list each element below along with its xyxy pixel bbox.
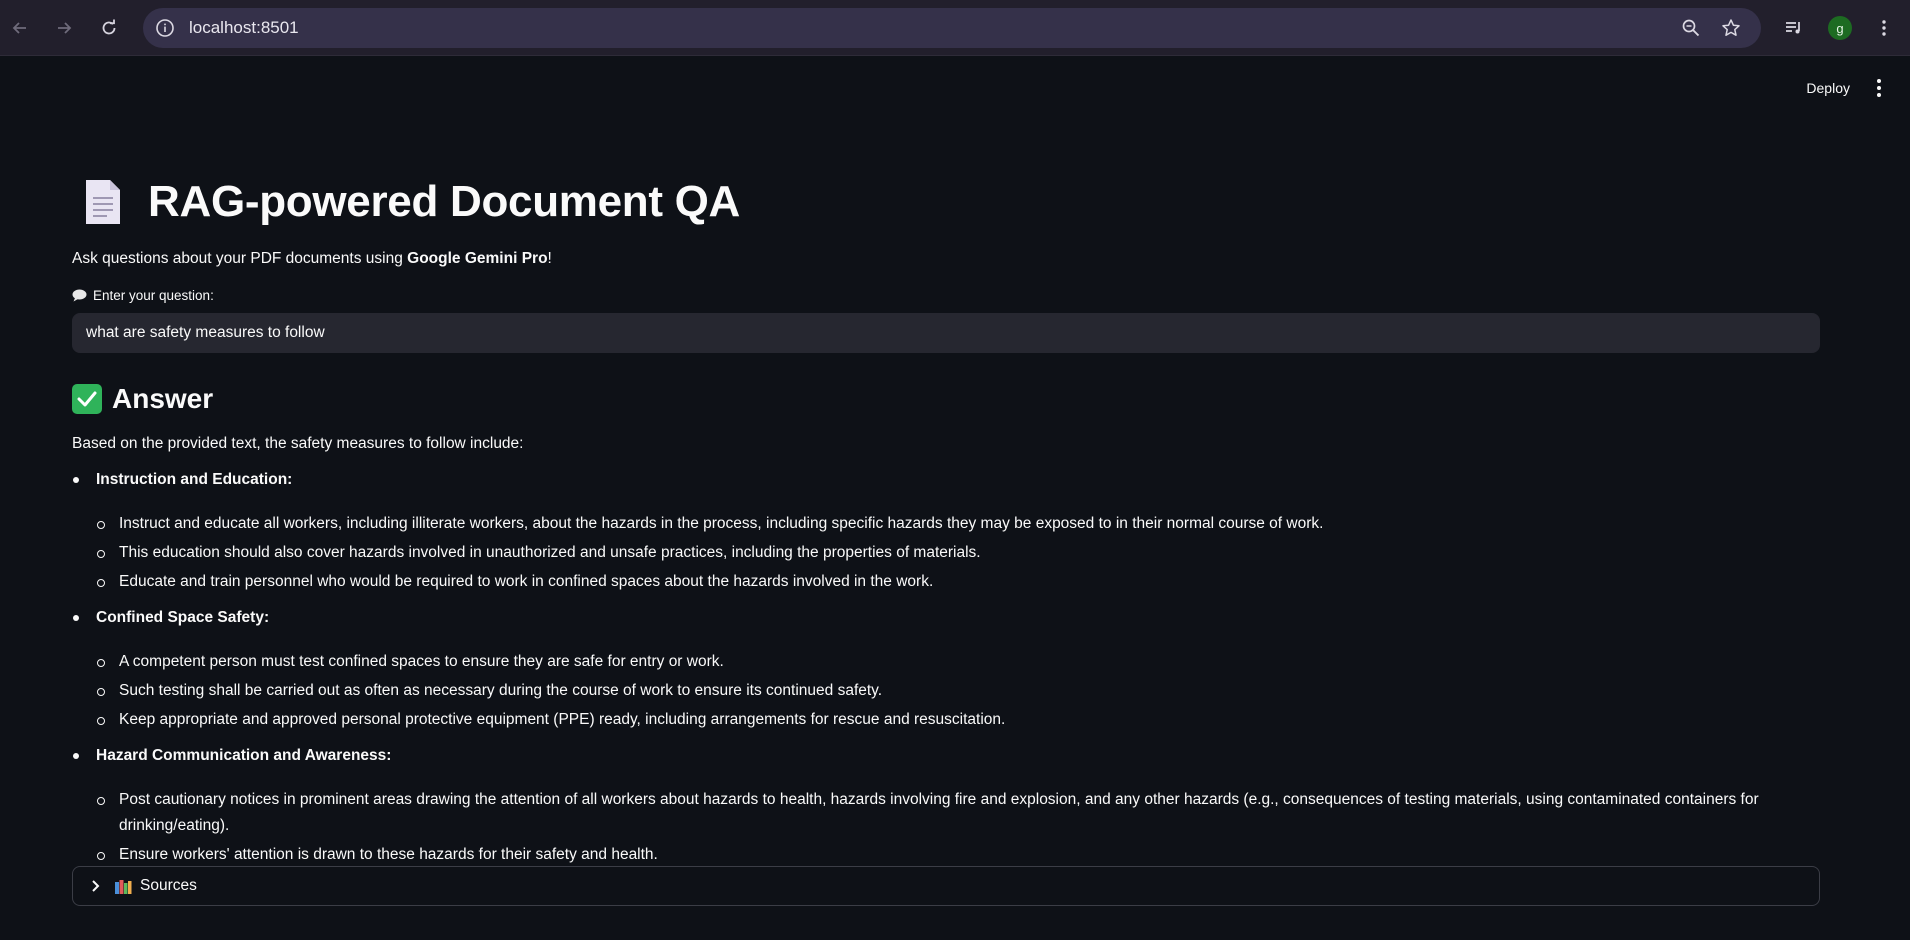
zoom-icon[interactable]: [1679, 16, 1703, 40]
page-header: RAG-powered Document QA: [72, 166, 1820, 238]
sources-label: Sources: [140, 877, 197, 894]
arrow-back-icon: [12, 22, 26, 34]
browser-toolbar: localhost:8501 g: [0, 0, 1910, 56]
section-title: Hazard Communication and Awareness:: [96, 747, 392, 764]
arrow-forward-icon: [58, 22, 72, 34]
url-text[interactable]: localhost:8501: [189, 8, 299, 48]
books-icon: [115, 879, 132, 894]
answer-section: Instruction and Education: Instruct and …: [72, 469, 1820, 595]
question-label: Enter your question:: [72, 288, 1820, 303]
reload-icon: [102, 19, 116, 35]
section-title: Instruction and Education:: [96, 471, 293, 488]
list-item: Post cautionary notices in prominent are…: [96, 787, 1796, 839]
browser-menu-button[interactable]: [1868, 12, 1900, 44]
media-queue-icon: [1786, 22, 1800, 34]
media-queue-button[interactable]: [1778, 12, 1810, 44]
answer-section: Confined Space Safety: A competent perso…: [72, 607, 1820, 733]
star-icon[interactable]: [1719, 16, 1743, 40]
page-subtitle: Ask questions about your PDF documents u…: [72, 250, 552, 267]
avatar: g: [1828, 16, 1852, 40]
check-mark-icon: [72, 384, 102, 414]
answer-heading: Answer: [112, 383, 214, 414]
document-icon: [86, 180, 120, 224]
forward-button[interactable]: [48, 12, 80, 44]
back-button[interactable]: [4, 12, 36, 44]
main-content: RAG-powered Document QA Ask questions ab…: [72, 166, 1820, 880]
chevron-right-icon: [89, 879, 103, 893]
answer-intro: Based on the provided text, the safety m…: [72, 435, 524, 452]
reload-button[interactable]: [93, 12, 125, 44]
page-title: RAG-powered Document QA: [148, 177, 741, 226]
list-item: Ensure workers' attention is drawn to th…: [96, 842, 1796, 868]
profile-button[interactable]: g: [1824, 12, 1856, 44]
list-item: Educate and train personnel who would be…: [96, 569, 1796, 595]
answer-header: Answer: [72, 381, 1820, 417]
deploy-button[interactable]: Deploy: [1796, 74, 1860, 102]
site-info-icon[interactable]: [153, 16, 177, 40]
answer-list: Instruction and Education: Instruct and …: [72, 469, 1820, 868]
speech-balloon-icon: [72, 289, 87, 302]
kebab-menu-icon: [1882, 20, 1886, 36]
list-item: A competent person must test confined sp…: [96, 649, 1796, 675]
app-toolbar: Deploy: [1796, 74, 1890, 102]
answer-section: Hazard Communication and Awareness: Post…: [72, 745, 1820, 868]
app-menu-icon[interactable]: [1868, 75, 1890, 101]
scrollbar[interactable]: [1896, 56, 1910, 940]
address-bar[interactable]: localhost:8501: [143, 8, 1761, 48]
list-item: This education should also cover hazards…: [96, 540, 1796, 566]
question-input[interactable]: what are safety measures to follow: [72, 313, 1820, 353]
list-item: Such testing shall be carried out as oft…: [96, 678, 1796, 704]
section-title: Confined Space Safety:: [96, 609, 270, 626]
sources-expander[interactable]: Sources: [72, 866, 1820, 906]
list-item: Keep appropriate and approved personal p…: [96, 707, 1796, 733]
list-item: Instruct and educate all workers, includ…: [96, 511, 1796, 537]
